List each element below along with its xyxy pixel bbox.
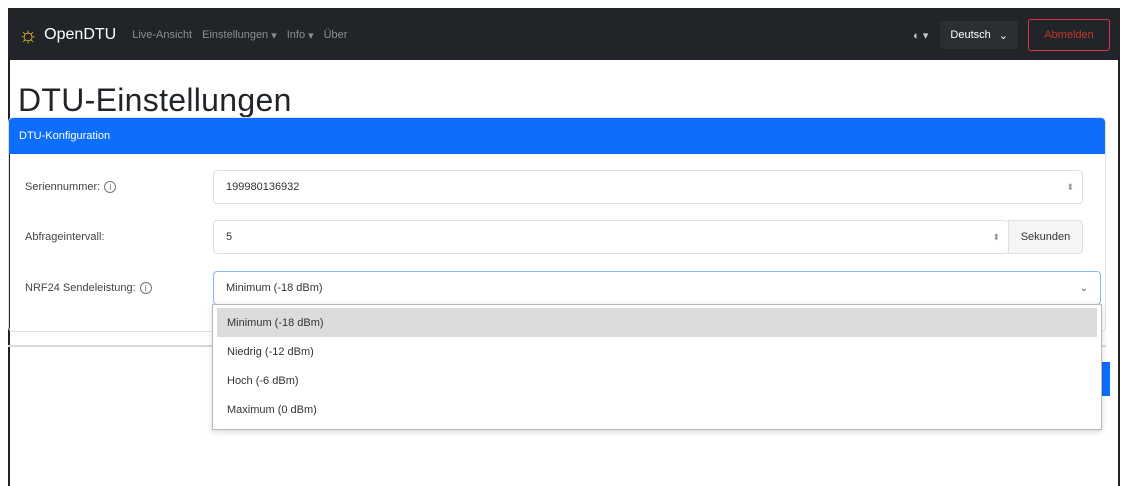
language-label: Deutsch [950,29,991,41]
language-select[interactable]: Deutsch ⌄ [940,21,1018,49]
power-row: NRF24 Sendeleistung: i Minimum (-18 dBm)… [9,271,1105,305]
spinner-icon[interactable]: ⬍ [992,232,1000,243]
power-label: NRF24 Sendeleistung: i [25,282,152,294]
spinner-icon[interactable]: ⬍ [1066,182,1074,193]
caret-down-icon: ▾ [308,29,314,42]
nav-live-view[interactable]: Live-Ansicht [132,29,192,41]
dtu-config-card: DTU-Konfiguration Seriennummer: i 199980… [8,117,1106,332]
caret-down-icon: ▾ [271,29,277,42]
dropdown-option[interactable]: Maximum (0 dBm) [217,395,1097,424]
nav-info[interactable]: Info ▾ [287,29,314,42]
half-circle-icon: ◐ [913,29,920,42]
dropdown-option[interactable]: Niedrig (-12 dBm) [217,337,1097,366]
interval-label: Abfrageintervall: [25,231,105,243]
sun-icon: ☼ [18,22,39,47]
dropdown-option[interactable]: Hoch (-6 dBm) [217,366,1097,395]
chevron-down-icon: ⌄ [1079,282,1088,294]
interval-input[interactable]: 5 ⬍ [213,220,1009,254]
brand-name: OpenDTU [44,26,117,43]
power-select[interactable]: Minimum (-18 dBm) ⌄ [213,271,1101,305]
power-dropdown-list: Minimum (-18 dBm) Niedrig (-12 dBm) Hoch… [212,304,1102,430]
theme-toggle[interactable]: ◐ ▾ [913,29,928,42]
brand[interactable]: ☼ OpenDTU [18,24,116,46]
serial-label: Seriennummer: i [25,181,117,193]
info-icon[interactable]: i [139,282,152,294]
interval-row: Abfrageintervall: 5 ⬍ Sekunden [9,220,1105,254]
card-header: DTU-Konfiguration [9,118,1105,154]
page-title: DTU-Einstellungen [18,82,292,118]
dropdown-option[interactable]: Minimum (-18 dBm) [217,308,1097,337]
logout-button[interactable]: Abmelden [1028,19,1110,51]
serial-input[interactable]: 199980136932 ⬍ [213,170,1083,204]
nav-settings[interactable]: Einstellungen ▾ [202,29,277,42]
chevron-down-icon: ⌄ [998,29,1008,42]
interval-unit: Sekunden [1008,220,1083,254]
nav-about[interactable]: Über [324,29,348,41]
serial-row: Seriennummer: i 199980136932 ⬍ [9,170,1105,204]
navbar: ☼ OpenDTU Live-Ansicht Einstellungen ▾ In… [10,10,1118,60]
info-icon[interactable]: i [104,181,117,193]
caret-down-icon: ▾ [922,29,929,42]
